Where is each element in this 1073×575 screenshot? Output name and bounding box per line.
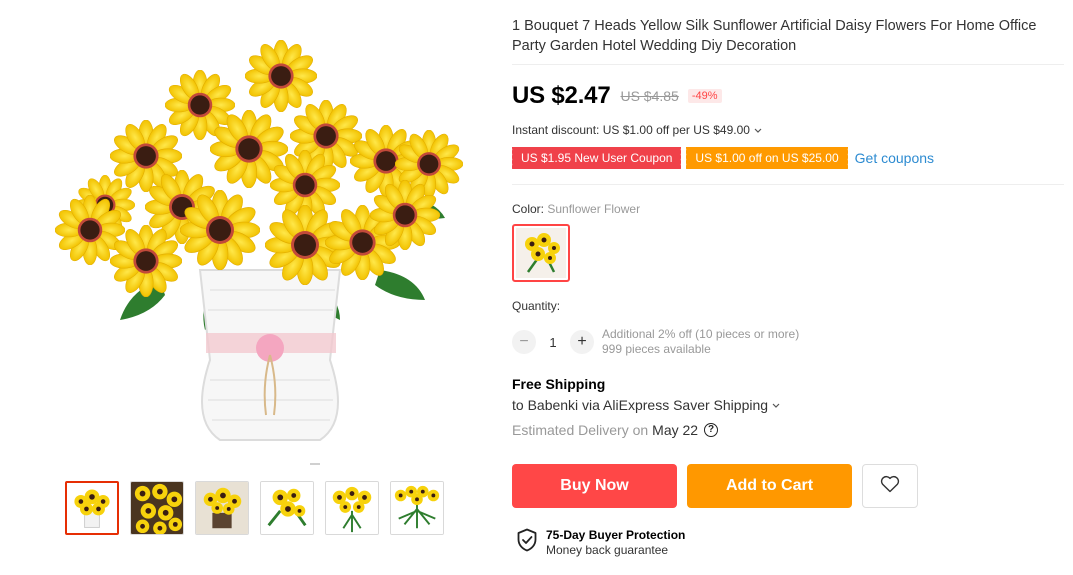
add-to-cart-button[interactable]: Add to Cart	[687, 464, 852, 508]
instant-discount[interactable]: Instant discount: US $1.00 off per US $4…	[512, 123, 762, 137]
coupon-list: US $1.95 New User Coupon US $1.00 off on…	[509, 147, 934, 169]
thumbnail-strip	[65, 481, 444, 535]
coupon-store[interactable]: US $1.00 off on US $25.00	[684, 147, 850, 169]
gallery-indicator	[310, 463, 320, 465]
buyer-protection-text: 75-Day Buyer Protection Money back guara…	[546, 528, 685, 558]
quantity-stepper: − 1 + Additional 2% off (10 pieces or mo…	[512, 327, 799, 357]
shipping-title: Free Shipping	[512, 376, 606, 392]
product-gallery	[30, 0, 490, 575]
thumbnail-1[interactable]	[65, 481, 119, 535]
color-swatch-sunflower[interactable]	[512, 224, 570, 282]
quantity-decrease-button[interactable]: −	[512, 330, 536, 354]
quantity-input[interactable]: 1	[536, 335, 570, 350]
main-product-image[interactable]	[50, 30, 470, 460]
action-buttons: Buy Now Add to Cart	[512, 464, 918, 508]
buyer-protection: 75-Day Buyer Protection Money back guara…	[516, 528, 685, 558]
quantity-increase-button[interactable]: +	[570, 330, 594, 354]
wishlist-button[interactable]	[862, 464, 918, 508]
color-label: Color: Sunflower Flower	[512, 202, 640, 216]
get-coupons-link[interactable]: Get coupons	[855, 150, 934, 166]
stock-available: 999 pieces available	[602, 342, 711, 356]
thumbnail-6[interactable]	[390, 481, 444, 535]
delivery-date: May 22	[652, 422, 699, 438]
color-label-text: Color:	[512, 202, 545, 216]
discount-badge: -49%	[687, 89, 722, 103]
coupon-new-user[interactable]: US $1.95 New User Coupon	[509, 147, 684, 169]
chevron-down-icon	[772, 401, 780, 411]
price-row: US $2.47 US $4.85 -49%	[512, 82, 722, 110]
quantity-notes: Additional 2% off (10 pieces or more) 99…	[602, 327, 799, 357]
buyer-protection-subtitle: Money back guarantee	[546, 543, 669, 557]
thumbnail-5[interactable]	[325, 481, 379, 535]
shield-check-icon	[516, 528, 538, 557]
divider	[512, 64, 1064, 65]
buyer-protection-title: 75-Day Buyer Protection	[546, 528, 686, 542]
heart-icon	[880, 475, 900, 498]
bulk-discount-note: Additional 2% off (10 pieces or more)	[602, 327, 800, 341]
color-value: Sunflower Flower	[547, 202, 641, 216]
thumbnail-3[interactable]	[195, 481, 249, 535]
chevron-down-icon	[754, 126, 762, 136]
thumbnail-2[interactable]	[130, 481, 184, 535]
shipping-method[interactable]: to Babenki via AliExpress Saver Shipping	[512, 397, 780, 413]
original-price: US $4.85	[620, 88, 679, 104]
shipping-method-text: to Babenki via AliExpress Saver Shipping	[512, 397, 769, 413]
thumbnail-4[interactable]	[260, 481, 314, 535]
instant-discount-text: Instant discount: US $1.00 off per US $4…	[512, 123, 750, 137]
divider	[512, 184, 1064, 185]
delivery-label: Estimated Delivery on	[512, 422, 649, 438]
buy-now-button[interactable]: Buy Now	[512, 464, 677, 508]
current-price: US $2.47	[512, 82, 611, 109]
product-title: 1 Bouquet 7 Heads Yellow Silk Sunflower …	[512, 18, 1037, 54]
estimated-delivery: Estimated Delivery on May 22 ?	[512, 422, 719, 438]
question-circle-icon[interactable]: ?	[704, 423, 719, 437]
quantity-label: Quantity:	[512, 299, 561, 313]
